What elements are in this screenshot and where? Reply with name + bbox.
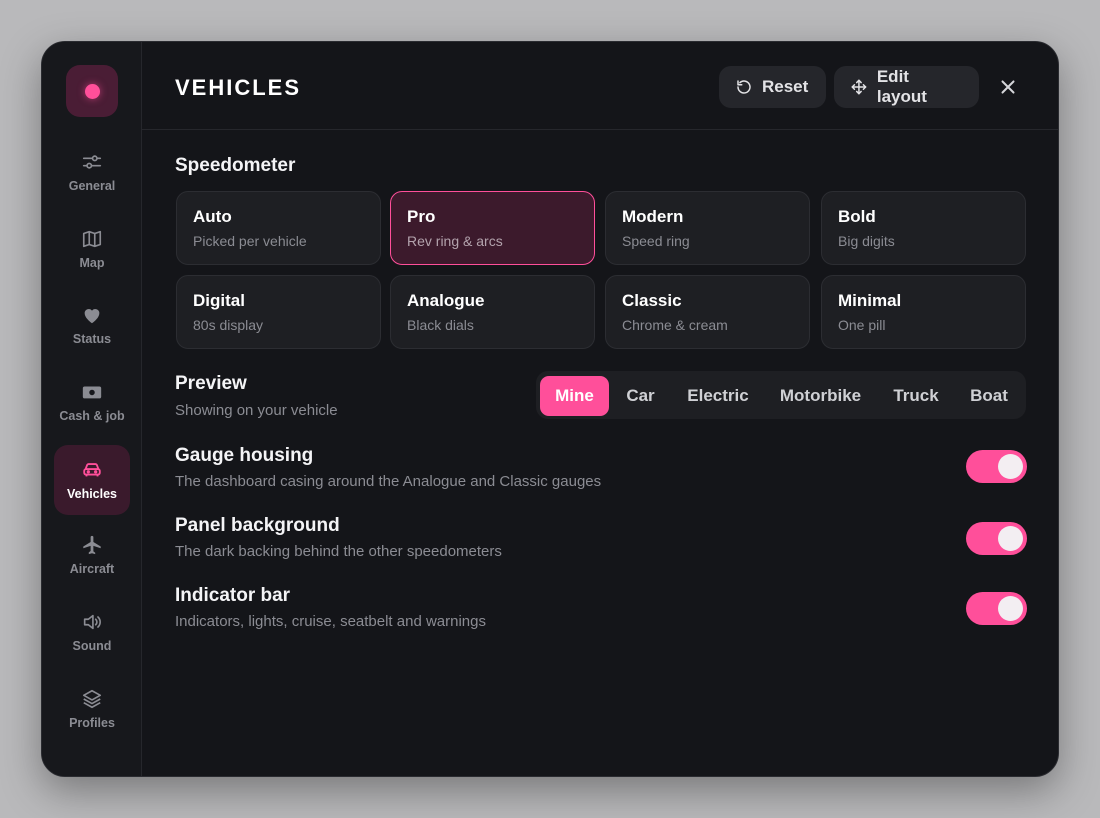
speedometer-option-modern[interactable]: Modern Speed ring: [605, 191, 810, 265]
move-icon: [851, 79, 867, 95]
option-subtitle: Chrome & cream: [622, 317, 728, 333]
sidebar-item-profiles[interactable]: Profiles: [54, 674, 130, 744]
tab-truck[interactable]: Truck: [882, 376, 950, 416]
sidebar-item-general[interactable]: General: [54, 137, 130, 207]
speedometer-option-digital[interactable]: Digital 80s display: [176, 275, 381, 349]
sidebar: General Map Status Cash & job Vehicles A…: [42, 42, 142, 776]
reset-button[interactable]: Reset: [719, 66, 826, 108]
sidebar-item-sound[interactable]: Sound: [54, 597, 130, 667]
toggle-knob: [998, 454, 1023, 479]
speedometer-option-auto[interactable]: Auto Picked per vehicle: [176, 191, 381, 265]
preview-subtitle: Showing on your vehicle: [175, 402, 338, 419]
option-subtitle: Speed ring: [622, 233, 690, 249]
toggle-knob: [998, 526, 1023, 551]
option-title: Minimal: [838, 291, 902, 310]
header: VEHICLES Reset Edit layout: [142, 42, 1058, 130]
sidebar-item-label: Cash & job: [59, 409, 125, 423]
layers-icon: [82, 689, 102, 709]
gauge-housing-title: Gauge housing: [175, 445, 314, 466]
sidebar-item-map[interactable]: Map: [54, 214, 130, 284]
preview-title: Preview: [175, 373, 247, 394]
preview-vehicle-tabs: Mine Car Electric Motorbike Truck Boat: [536, 371, 1026, 419]
option-title: Classic: [622, 291, 682, 310]
sidebar-item-label: Vehicles: [66, 487, 118, 501]
sliders-icon: [82, 155, 102, 169]
option-subtitle: 80s display: [193, 317, 264, 333]
reset-button-label: Reset: [762, 77, 809, 96]
speaker-icon: [83, 614, 101, 630]
reset-icon: [737, 80, 751, 94]
option-subtitle: Rev ring & arcs: [407, 233, 503, 249]
tab-boat[interactable]: Boat: [959, 376, 1019, 416]
speedometer-option-pro[interactable]: Pro Rev ring & arcs: [390, 191, 595, 265]
edit-layout-button[interactable]: Edit layout: [834, 66, 979, 108]
gauge-housing-toggle[interactable]: [966, 450, 1027, 483]
plane-icon: [83, 535, 101, 555]
indicator-bar-title: Indicator bar: [175, 585, 291, 606]
close-icon[interactable]: [997, 76, 1019, 98]
gauge-housing-description: The dashboard casing around the Analogue…: [175, 473, 602, 490]
tab-car[interactable]: Car: [614, 376, 667, 416]
indicator-bar-toggle[interactable]: [966, 592, 1027, 625]
sidebar-item-status[interactable]: Status: [54, 290, 130, 360]
tab-mine[interactable]: Mine: [540, 376, 609, 416]
option-title: Analogue: [407, 291, 485, 310]
speedometer-section-title: Speedometer: [175, 155, 296, 176]
toggle-knob: [998, 596, 1023, 621]
speedometer-option-minimal[interactable]: Minimal One pill: [821, 275, 1026, 349]
sidebar-item-label: Sound: [72, 639, 112, 653]
settings-window: General Map Status Cash & job Vehicles A…: [41, 41, 1059, 777]
option-title: Pro: [407, 207, 436, 226]
edit-layout-button-label: Edit layout: [876, 67, 927, 106]
brand-logo: [66, 65, 118, 117]
option-title: Bold: [838, 207, 876, 226]
sidebar-item-label: Profiles: [69, 716, 115, 730]
tab-motorbike[interactable]: Motorbike: [768, 376, 873, 416]
option-title: Digital: [193, 291, 245, 310]
sidebar-item-aircraft[interactable]: Aircraft: [54, 520, 130, 590]
map-icon: [82, 230, 102, 248]
tab-electric[interactable]: Electric: [675, 376, 761, 416]
panel-background-title: Panel background: [175, 515, 340, 536]
brand-dot-icon: [84, 83, 100, 99]
option-subtitle: Black dials: [407, 317, 474, 333]
page-title: VEHICLES: [175, 75, 302, 100]
option-subtitle: One pill: [838, 317, 886, 333]
option-subtitle: Picked per vehicle: [193, 233, 307, 249]
option-subtitle: Big digits: [838, 233, 895, 249]
option-title: Modern: [622, 207, 684, 226]
sidebar-item-label: General: [68, 179, 116, 193]
sidebar-item-cash-job[interactable]: Cash & job: [54, 367, 130, 437]
panel-background-toggle[interactable]: [966, 522, 1027, 555]
panel-background-description: The dark backing behind the other speedo…: [175, 543, 502, 560]
speedometer-option-analogue[interactable]: Analogue Black dials: [390, 275, 595, 349]
car-icon: [83, 463, 101, 477]
indicator-bar-description: Indicators, lights, cruise, seatbelt and…: [175, 613, 486, 630]
speedometer-option-bold[interactable]: Bold Big digits: [821, 191, 1026, 265]
speedometer-option-classic[interactable]: Classic Chrome & cream: [605, 275, 810, 349]
sidebar-item-label: Map: [79, 256, 105, 270]
cash-icon: [82, 386, 102, 399]
sidebar-item-label: Status: [72, 332, 112, 346]
sidebar-item-label: Aircraft: [69, 562, 115, 576]
option-title: Auto: [193, 207, 232, 226]
heart-icon: [84, 309, 100, 324]
sidebar-item-vehicles[interactable]: Vehicles: [54, 445, 130, 515]
